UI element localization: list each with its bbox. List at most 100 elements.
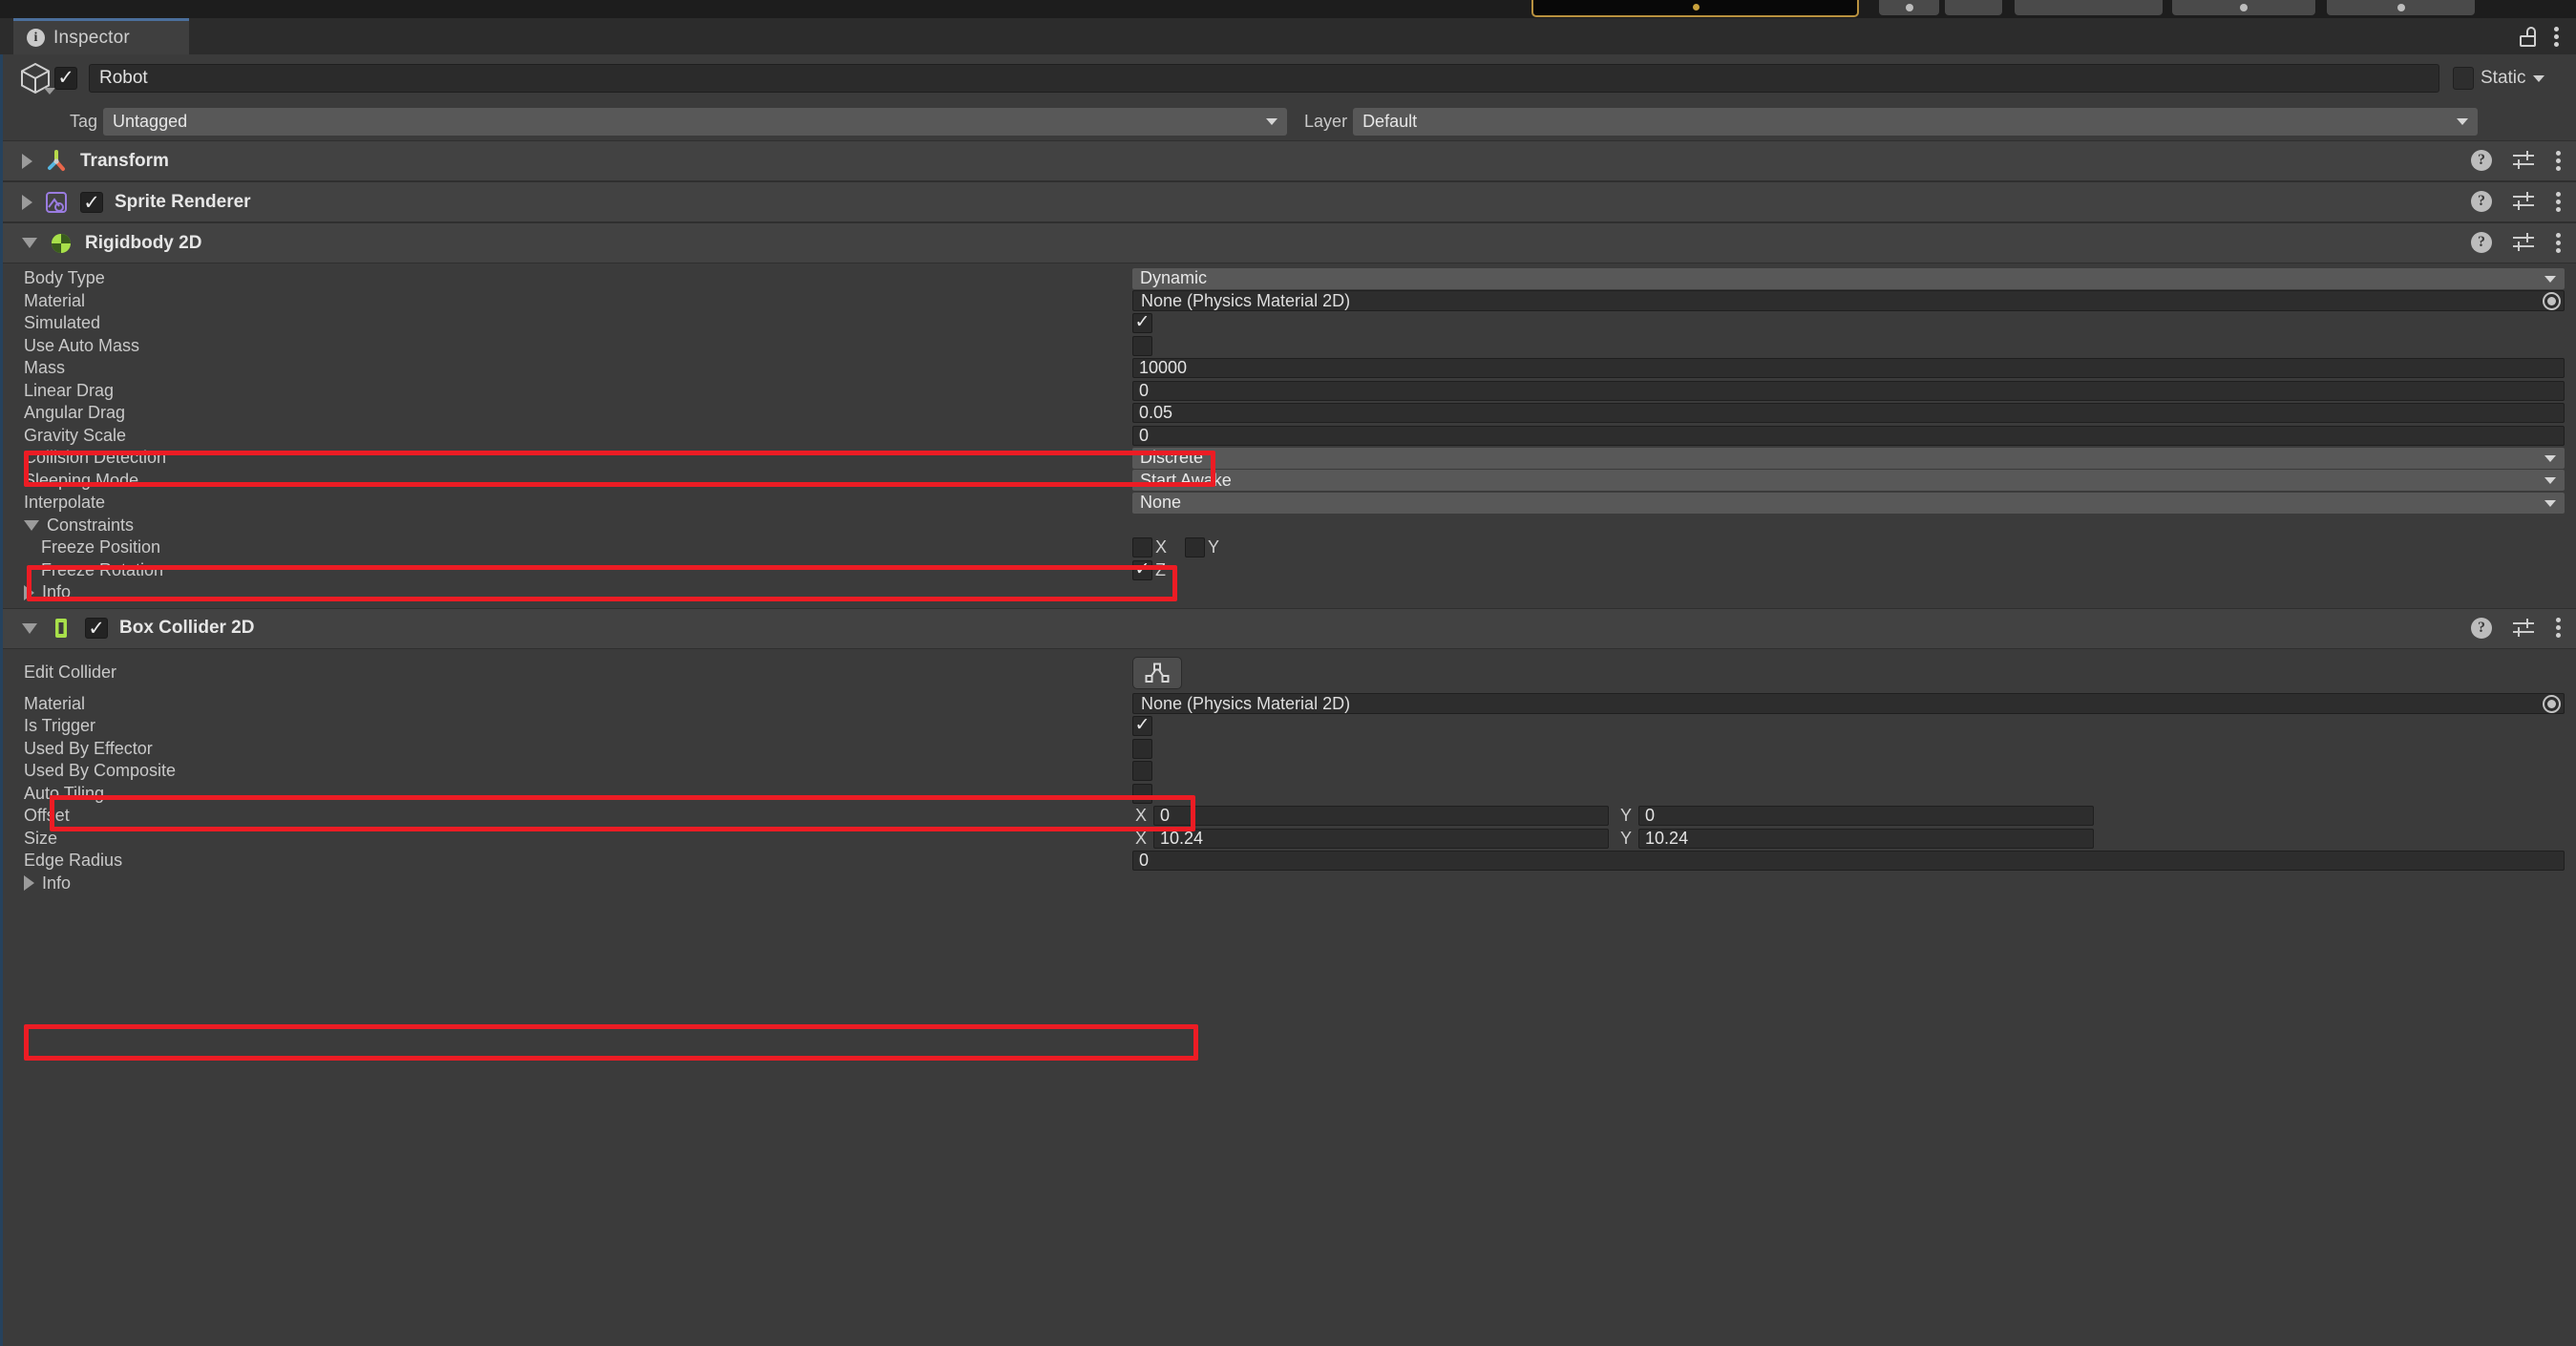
number-input-offset-x[interactable]: 0 [1153, 806, 1610, 827]
tab-inspector[interactable]: i Inspector [13, 18, 189, 54]
static-checkbox[interactable] [2453, 67, 2474, 90]
preset-sliders-icon[interactable] [2513, 150, 2534, 171]
axes-freeze-rotation: Z [1132, 558, 1172, 581]
number-input-linear-drag[interactable]: 0 [1132, 380, 2565, 401]
foldout-constraints[interactable]: Constraints [3, 515, 2576, 537]
box-collider-2d-icon [49, 616, 74, 641]
chevron-down-icon[interactable] [24, 519, 39, 531]
object-picker-icon[interactable] [2543, 292, 2561, 311]
dropdown-sleeping-mode[interactable]: Start Awake [1132, 470, 2565, 492]
gameobject-enabled-checkbox[interactable] [54, 66, 77, 91]
dropdown-interpolate[interactable]: None [1132, 492, 2565, 514]
checkbox-freeze-position-x[interactable] [1132, 537, 1152, 558]
component-enabled-checkbox[interactable] [85, 617, 108, 641]
edit-collider-button[interactable] [1132, 656, 1182, 689]
component-header-rigidbody-2d[interactable]: Rigidbody 2D? [3, 222, 2576, 263]
property-value-linear-drag: 0 [1132, 380, 2565, 403]
chevron-right-icon[interactable] [24, 584, 34, 600]
editor-toolbar-strip [0, 0, 2576, 18]
layer-dropdown[interactable]: Default [1353, 107, 2479, 136]
preset-sliders-icon[interactable] [2513, 232, 2534, 253]
property-row-freeze-rotation: Freeze Rotation Z [3, 558, 2576, 582]
kebab-menu-icon[interactable] [2555, 150, 2561, 171]
component-header-actions: ? [2471, 150, 2561, 171]
static-toggle-group[interactable]: Static [2453, 67, 2544, 90]
object-picker-icon[interactable] [2543, 695, 2561, 714]
chevron-down-icon[interactable] [22, 238, 37, 248]
gameobject-name-input[interactable]: Robot [89, 64, 2439, 93]
checkbox-simulated[interactable] [1132, 311, 1152, 334]
property-value-used-by-composite [1132, 760, 1152, 783]
static-dropdown-chevron-icon[interactable] [2532, 74, 2544, 82]
kebab-menu-icon[interactable] [2555, 191, 2561, 212]
toolbar-button-4[interactable] [2172, 0, 2315, 15]
component-enabled-checkbox[interactable] [80, 191, 103, 216]
checkbox-used-by-effector[interactable] [1132, 738, 1152, 759]
play-controls-group[interactable] [1531, 0, 1859, 17]
property-row-collision-detection: Collision Detection Discrete [3, 447, 2576, 470]
property-row-size: Size X 10.24 Y 10.24 [3, 828, 2576, 851]
property-label-use-auto-mass: Use Auto Mass [24, 335, 140, 355]
chevron-down-icon[interactable] [22, 622, 37, 634]
help-icon[interactable]: ? [2471, 191, 2492, 212]
tag-dropdown[interactable]: Untagged [103, 107, 1288, 136]
number-input-size-x[interactable]: 10.24 [1153, 828, 1610, 849]
property-value-is-trigger [1132, 714, 1152, 738]
help-icon[interactable]: ? [2471, 232, 2492, 253]
toolbar-button-4-icon [2240, 4, 2248, 11]
axis-label-x: X [1155, 537, 1168, 557]
kebab-menu-icon[interactable] [2555, 618, 2561, 638]
number-input-mass[interactable]: 10000 [1132, 358, 2565, 379]
tag-layer-row: Tag Untagged Layer Default [3, 102, 2576, 140]
chevron-right-icon[interactable] [22, 153, 32, 169]
help-icon[interactable]: ? [2471, 617, 2492, 639]
unlock-icon[interactable] [2520, 27, 2536, 47]
number-input-size-y[interactable]: 10.24 [1638, 828, 2095, 849]
property-value-freeze-rotation: Z [1132, 558, 1172, 582]
kebab-menu-icon[interactable] [2553, 27, 2559, 47]
checkbox-freeze-position-y[interactable] [1185, 537, 1206, 558]
foldout-info[interactable]: Info [3, 873, 2576, 895]
dropdown-body-type-value: Dynamic [1140, 268, 1208, 288]
property-value-collision-detection: Discrete [1132, 447, 2565, 470]
object-field-material[interactable]: None (Physics Material 2D) [1132, 693, 2565, 715]
property-row-gravity-scale: Gravity Scale 0 [3, 425, 2576, 448]
foldout-info[interactable]: Info [3, 581, 2576, 604]
checkbox-use-auto-mass[interactable] [1132, 335, 1152, 356]
checkbox-auto-tiling[interactable] [1132, 783, 1152, 804]
play-button-icon[interactable] [1692, 4, 1700, 11]
dropdown-collision-detection[interactable]: Discrete [1132, 447, 2565, 469]
toolbar-button-2[interactable] [1945, 0, 2002, 15]
chevron-right-icon[interactable] [22, 194, 32, 210]
chevron-down-icon[interactable] [44, 88, 55, 95]
component-header-transform[interactable]: Transform? [3, 140, 2576, 181]
checkbox-used-by-composite[interactable] [1132, 761, 1152, 782]
kebab-menu-icon[interactable] [2555, 232, 2561, 253]
number-input-gravity-scale[interactable]: 0 [1132, 425, 2565, 446]
preset-sliders-icon[interactable] [2513, 191, 2534, 212]
object-field-material[interactable]: None (Physics Material 2D) [1132, 290, 2565, 312]
chevron-down-icon [2457, 117, 2469, 125]
checkbox-freeze-rotation-z[interactable] [1132, 558, 1152, 581]
axis-label-y: Y [1620, 828, 1633, 848]
property-row-sleeping-mode: Sleeping Mode Start Awake [3, 470, 2576, 493]
number-input-edge-radius[interactable]: 0 [1132, 851, 2565, 872]
preset-sliders-icon[interactable] [2513, 618, 2534, 639]
component-body: Body Type Dynamic Material None (Physics Ma… [3, 263, 2576, 608]
chevron-right-icon[interactable] [24, 875, 34, 892]
dropdown-body-type[interactable]: Dynamic [1132, 267, 2565, 289]
help-icon[interactable]: ? [2471, 150, 2492, 171]
component-header-sprite-renderer[interactable]: Sprite Renderer? [3, 181, 2576, 222]
axis-label-x: X [1135, 828, 1148, 848]
number-input-offset-y[interactable]: 0 [1638, 806, 2095, 827]
property-row-angular-drag: Angular Drag 0.05 [3, 402, 2576, 425]
property-row-freeze-position: Freeze Position X Y [3, 536, 2576, 559]
component-header-box-collider-2d[interactable]: Box Collider 2D? [3, 607, 2576, 649]
toolbar-button-3[interactable] [2015, 0, 2163, 15]
toolbar-button-1[interactable] [1879, 0, 1939, 15]
axis-label-y: Y [1208, 537, 1220, 557]
number-input-angular-drag[interactable]: 0.05 [1132, 403, 2565, 424]
property-row-auto-tiling: Auto Tiling [3, 783, 2576, 806]
checkbox-is-trigger[interactable] [1132, 714, 1152, 737]
toolbar-button-5[interactable] [2327, 0, 2475, 15]
